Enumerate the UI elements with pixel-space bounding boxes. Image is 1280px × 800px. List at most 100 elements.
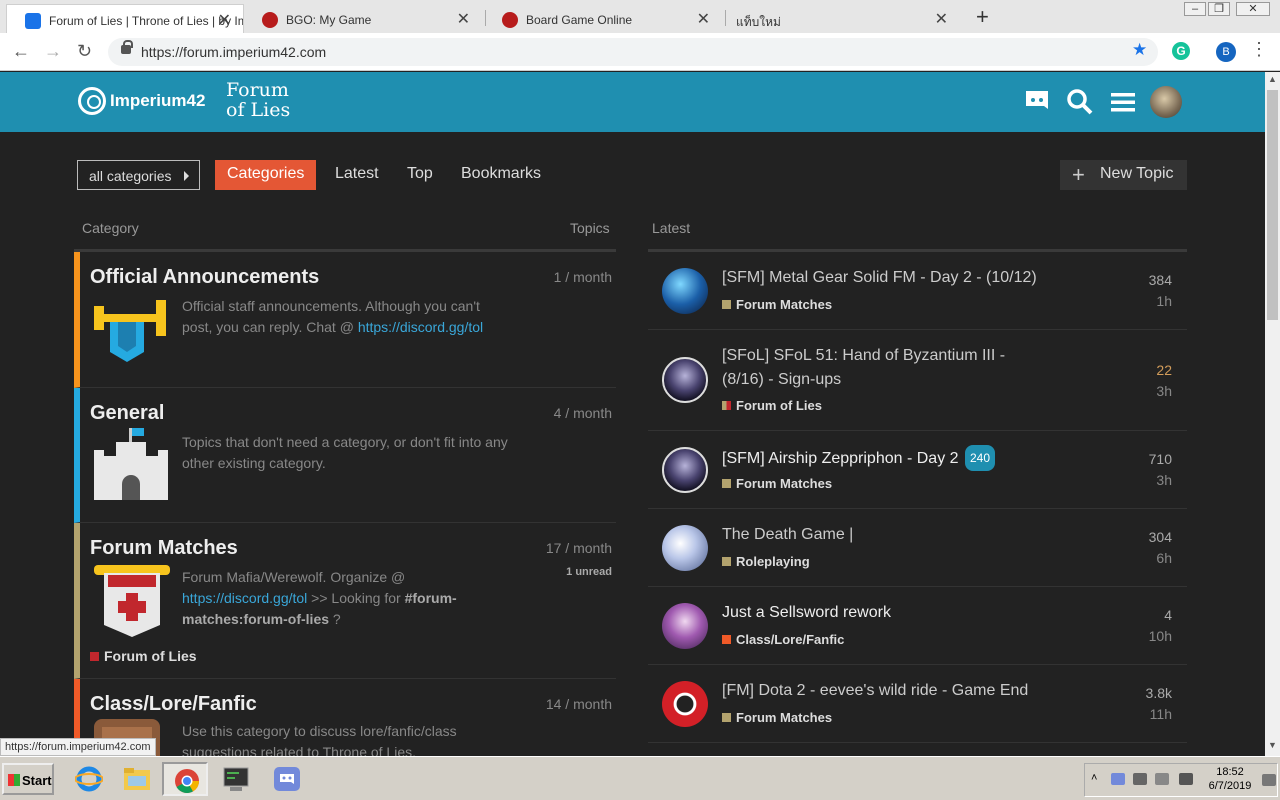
tab-board-game-online[interactable]: Board Game Online ✕: [484, 4, 722, 33]
user-avatar[interactable]: [1150, 86, 1182, 118]
network-tray-icon[interactable]: [1155, 773, 1169, 785]
topic-category[interactable]: Roleplaying: [722, 554, 810, 569]
topic-row[interactable]: The Death Game | Roleplaying 304 6h: [648, 509, 1187, 587]
category-name[interactable]: Official Announcements: [90, 266, 319, 289]
tab-close-icon[interactable]: ✕: [457, 9, 470, 29]
new-tab-button[interactable]: +: [976, 4, 989, 30]
reload-icon[interactable]: ↻: [77, 41, 92, 62]
tab-bgo-my-game[interactable]: BGO: My Game ✕: [244, 4, 482, 33]
scroll-down-arrow-icon[interactable]: ▼: [1268, 740, 1277, 750]
category-general[interactable]: General 4 / month Topics that don't need…: [74, 388, 616, 523]
topic-age[interactable]: 10h: [1149, 628, 1172, 644]
taskbar-terminal[interactable]: [213, 762, 259, 796]
topic-age[interactable]: 3h: [1156, 472, 1172, 488]
topic-category[interactable]: Forum Matches: [722, 476, 832, 491]
forum-of-lies-logo[interactable]: Forum of Lies: [226, 80, 290, 120]
show-hidden-icons-chevron-icon[interactable]: ˄: [1091, 772, 1097, 784]
maximize-window-button[interactable]: ❐: [1208, 2, 1230, 16]
topic-age[interactable]: 1h: [1156, 293, 1172, 309]
topic-replies[interactable]: 384: [1149, 272, 1172, 288]
category-forum-matches[interactable]: Forum Matches 17 / month 1 unread Forum …: [74, 523, 616, 679]
category-name[interactable]: Forum Matches: [90, 537, 238, 560]
topic-replies[interactable]: 22: [1156, 362, 1172, 378]
taskbar-internet-explorer[interactable]: [66, 762, 112, 796]
category-name[interactable]: Class/Lore/Fanfic: [90, 693, 257, 716]
topic-title[interactable]: [FM] Dota 2 - eevee's wild ride - Game E…: [722, 679, 1062, 703]
keyboard-tray-icon[interactable]: [1133, 773, 1147, 785]
topic-title[interactable]: [SFM] Airship Zeppriphon - Day 2 240: [722, 445, 1062, 471]
topic-replies[interactable]: 304: [1149, 529, 1172, 545]
topic-age[interactable]: 6h: [1156, 550, 1172, 566]
nav-categories[interactable]: Categories: [215, 160, 317, 190]
subcategory-forum-of-lies[interactable]: Forum of Lies: [90, 648, 197, 664]
grammarly-extension-icon[interactable]: G: [1172, 42, 1190, 60]
subcategory-label: Forum of Lies: [104, 648, 197, 664]
tab-close-icon[interactable]: ✕: [697, 9, 710, 29]
topic-category[interactable]: Class/Lore/Fanfic: [722, 632, 844, 647]
bookmark-star-icon[interactable]: ★: [1132, 40, 1147, 60]
topic-row[interactable]: [SFM] Metal Gear Solid FM - Day 2 - (10/…: [648, 252, 1187, 330]
imperium42-logo[interactable]: Imperium42: [78, 87, 205, 115]
page-scrollbar[interactable]: ▲ ▼: [1265, 72, 1280, 756]
address-bar[interactable]: https://forum.imperium42.com: [108, 38, 1158, 66]
taskbar-clock[interactable]: 18:52 6/7/2019: [1200, 765, 1260, 793]
minimize-window-button[interactable]: –: [1184, 2, 1206, 16]
taskbar-chrome[interactable]: [162, 762, 208, 796]
topic-row[interactable]: Just a Sellsword rework Class/Lore/Fanfi…: [648, 587, 1187, 665]
tab-close-icon[interactable]: ✕: [218, 10, 231, 30]
category-name[interactable]: General: [90, 402, 164, 425]
topic-avatar[interactable]: [662, 268, 708, 314]
nav-top[interactable]: Top: [395, 160, 445, 190]
tab-close-icon[interactable]: ✕: [935, 9, 948, 29]
close-window-button[interactable]: ✕: [1236, 2, 1270, 16]
topic-title[interactable]: [SFoL] SFoL 51: Hand of Byzantium III - …: [722, 344, 1032, 392]
discord-icon[interactable]: [1023, 88, 1051, 116]
topic-category[interactable]: Forum of Lies: [722, 398, 822, 413]
new-posts-badge[interactable]: 240: [965, 445, 996, 471]
hamburger-menu-icon[interactable]: [1109, 88, 1137, 116]
nav-bookmarks[interactable]: Bookmarks: [449, 160, 553, 190]
back-arrow-icon[interactable]: ←: [12, 41, 30, 62]
topic-replies[interactable]: 710: [1149, 451, 1172, 467]
action-center-icon[interactable]: [1262, 774, 1276, 786]
new-topic-button[interactable]: + New Topic: [1060, 160, 1187, 190]
taskbar-discord[interactable]: [264, 762, 310, 796]
category-official-announcements[interactable]: Official Announcements 1 / month Officia…: [74, 252, 616, 388]
topic-row[interactable]: [FM] Dota 2 - eevee's wild ride - Game E…: [648, 665, 1187, 743]
scrollbar-thumb[interactable]: [1267, 90, 1278, 320]
topic-title[interactable]: [SFM] Metal Gear Solid FM - Day 2 - (10/…: [722, 266, 1062, 290]
volume-muted-tray-icon[interactable]: [1179, 773, 1193, 785]
topic-title[interactable]: Just a Sellsword rework: [722, 601, 1062, 625]
topic-replies[interactable]: 3.8k: [1146, 685, 1172, 701]
topic-avatar[interactable]: [662, 681, 708, 727]
forward-arrow-icon[interactable]: →: [44, 41, 62, 62]
search-icon[interactable]: [1066, 88, 1094, 116]
topic-category[interactable]: Forum Matches: [722, 710, 832, 725]
nav-latest[interactable]: Latest: [323, 160, 391, 190]
category-dropdown[interactable]: all categories: [77, 160, 200, 190]
topic-avatar[interactable]: [662, 447, 708, 493]
topic-avatar[interactable]: [662, 525, 708, 571]
windows-taskbar: Start ˄ 18:52 6/7/2019: [0, 756, 1280, 800]
discord-link[interactable]: https://discord.gg/tol: [182, 590, 307, 606]
topic-title[interactable]: The Death Game |: [722, 523, 1062, 547]
menu-kebab-icon[interactable]: ⋮: [1250, 39, 1268, 60]
taskbar-file-explorer[interactable]: [114, 762, 160, 796]
topic-avatar[interactable]: [662, 603, 708, 649]
tab-title: BGO: My Game: [286, 13, 372, 27]
topic-replies[interactable]: 4: [1164, 607, 1172, 623]
topic-avatar[interactable]: [662, 357, 708, 403]
topic-age[interactable]: 11h: [1150, 706, 1172, 722]
topic-age[interactable]: 3h: [1156, 383, 1172, 399]
discord-link[interactable]: https://discord.gg/tol: [358, 319, 483, 335]
tab-forum-of-lies[interactable]: Forum of Lies | Throne of Lies | by Impe…: [6, 4, 244, 33]
scroll-up-arrow-icon[interactable]: ▲: [1268, 74, 1277, 84]
discord-tray-icon[interactable]: [1111, 773, 1125, 785]
topic-category[interactable]: Forum Matches: [722, 297, 832, 312]
unread-count[interactable]: 1 unread: [566, 566, 612, 578]
topic-row[interactable]: [SFM] Airship Zeppriphon - Day 2 240 For…: [648, 431, 1187, 509]
start-button[interactable]: Start: [2, 763, 54, 795]
tab-new-tab[interactable]: แท็บใหม่ ✕: [722, 4, 960, 33]
topic-row[interactable]: [SFoL] SFoL 51: Hand of Byzantium III - …: [648, 330, 1187, 431]
profile-avatar[interactable]: B: [1216, 42, 1236, 62]
